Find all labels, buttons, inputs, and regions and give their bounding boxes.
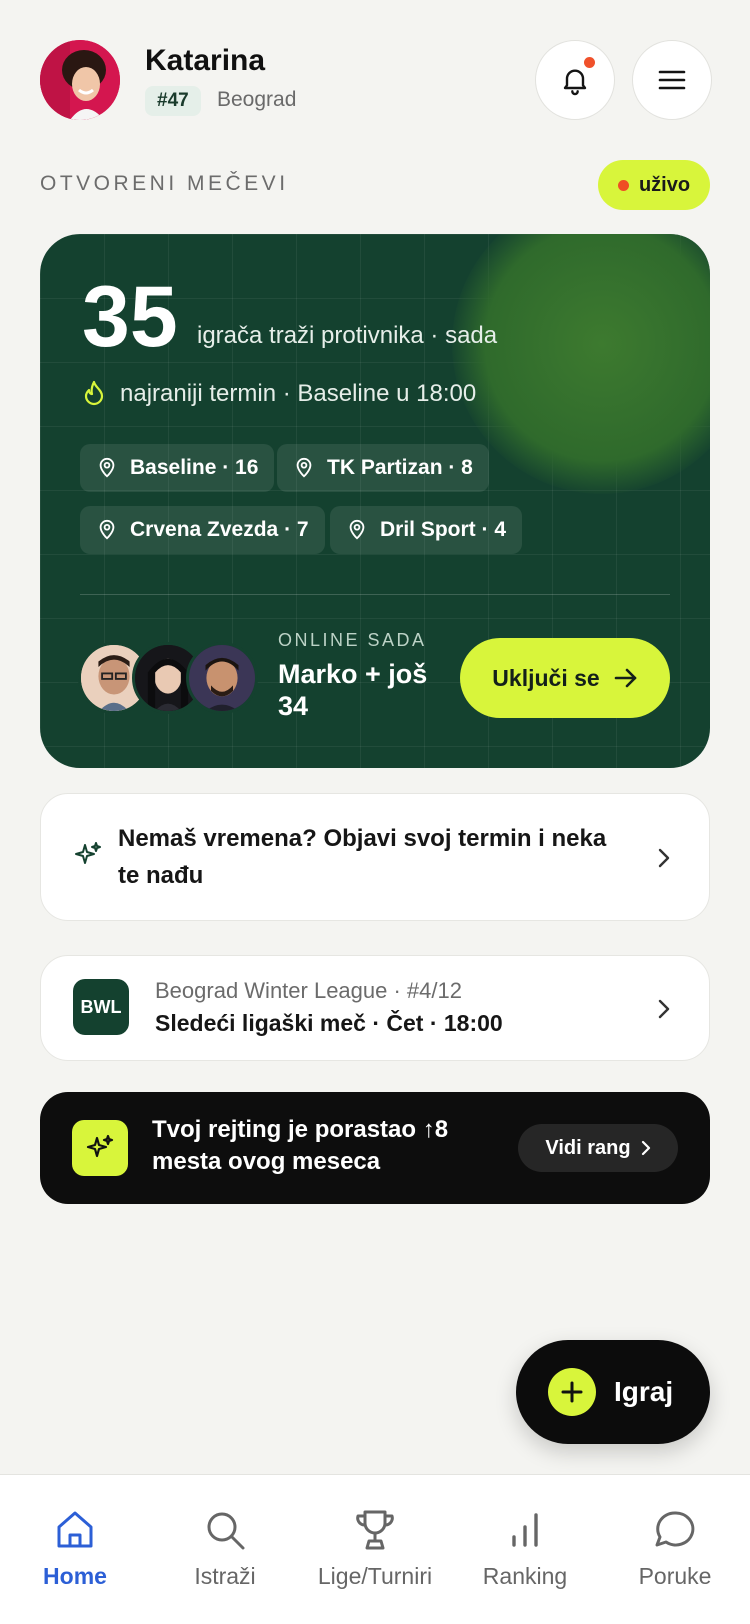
league-name: Beograd Winter League · #4/12 bbox=[155, 978, 462, 1003]
nav-item-messages[interactable]: Poruke bbox=[600, 1507, 750, 1590]
nav-item-leagues[interactable]: Lige/Turniri bbox=[300, 1507, 450, 1590]
home-icon bbox=[57, 1511, 93, 1548]
club-chip-label: Crvena Zvezda · 7 bbox=[130, 518, 309, 541]
location-pin-icon bbox=[99, 457, 115, 478]
online-now-label: ONLINE SADA bbox=[278, 630, 427, 650]
nav-item-explore[interactable]: Istraži bbox=[150, 1507, 300, 1590]
bottom-nav: Home Istraži Lige/Turniri Ranking Poruke bbox=[0, 1474, 750, 1624]
players-count: 35 bbox=[82, 269, 178, 365]
bar-chart-icon bbox=[512, 1513, 538, 1547]
sparkle-icon bbox=[72, 1120, 128, 1176]
open-matches-card[interactable]: 35 igrača traži protivnika · sada najran… bbox=[40, 234, 710, 768]
nav-label: Ranking bbox=[482, 1563, 568, 1589]
post-slot-text: Nemaš vremena? Objavi svoj termin i neka… bbox=[118, 825, 607, 890]
play-fab-button[interactable]: Igraj bbox=[516, 1340, 710, 1444]
club-chip-baseline[interactable]: Baseline · 16 bbox=[80, 444, 275, 492]
club-chip-dril-sport[interactable]: Dril Sport · 4 bbox=[330, 506, 523, 554]
user-city: Beograd bbox=[217, 88, 297, 111]
profile-avatar[interactable] bbox=[40, 40, 120, 120]
chevron-right-icon bbox=[658, 848, 670, 868]
nav-label: Home bbox=[43, 1563, 107, 1589]
menu-button[interactable] bbox=[632, 40, 712, 120]
rank-badge: #47 bbox=[145, 86, 201, 116]
nav-label: Lige/Turniri bbox=[317, 1563, 433, 1589]
user-name: Katarina bbox=[145, 44, 266, 77]
join-button[interactable]: Uključi se bbox=[460, 638, 670, 718]
join-button-label: Uključi se bbox=[492, 664, 600, 691]
live-label: uživo bbox=[638, 173, 691, 196]
next-match-info: Sledeći ligaški meč · Čet · 18:00 bbox=[155, 1010, 503, 1036]
location-pin-icon bbox=[349, 519, 365, 540]
menu-icon bbox=[658, 70, 686, 90]
chevron-right-icon bbox=[641, 1140, 650, 1156]
arrow-right-icon bbox=[614, 668, 636, 688]
location-pin-icon bbox=[99, 519, 115, 540]
sparkle-icon bbox=[75, 842, 101, 864]
live-dot bbox=[617, 179, 629, 191]
club-chip-tk-partizan[interactable]: TK Partizan · 8 bbox=[277, 444, 489, 492]
location-pin-icon bbox=[296, 457, 312, 478]
search-icon bbox=[207, 1512, 245, 1550]
notifications-button[interactable] bbox=[535, 40, 615, 120]
rating-card: Tvoj rejting je porastao ↑8 mesta ovog m… bbox=[40, 1092, 710, 1204]
trophy-icon bbox=[356, 1510, 394, 1550]
club-chip-label: TK Partizan · 8 bbox=[327, 456, 473, 479]
post-slot-card[interactable]: Nemaš vremena? Objavi svoj termin i neka… bbox=[40, 793, 710, 921]
view-rank-button[interactable]: Vidi rang bbox=[518, 1124, 678, 1172]
live-badge: uživo bbox=[598, 160, 710, 210]
nav-item-ranking[interactable]: Ranking bbox=[450, 1507, 600, 1590]
rating-message: Tvoj rejting je porastao ↑8 mesta ovog m… bbox=[152, 1116, 449, 1176]
plus-icon bbox=[548, 1368, 596, 1416]
card-divider bbox=[80, 594, 670, 595]
play-fab-label: Igraj bbox=[614, 1376, 674, 1407]
club-chip-crvena-zvezda[interactable]: Crvena Zvezda · 7 bbox=[80, 506, 325, 554]
nav-label: Istraži bbox=[194, 1563, 256, 1589]
club-chip-label: Baseline · 16 bbox=[130, 456, 259, 479]
league-card[interactable]: BWL Beograd Winter League · #4/12 Sledeć… bbox=[40, 955, 710, 1061]
earliest-slot: najraniji termin · Baseline u 18:00 bbox=[120, 380, 477, 407]
chat-icon bbox=[655, 1511, 695, 1547]
flame-icon bbox=[84, 380, 104, 406]
view-rank-label: Vidi rang bbox=[545, 1136, 631, 1159]
players-count-subtitle: igrača traži protivnika · sada bbox=[197, 322, 498, 349]
online-players-summary: Marko + još 34 bbox=[278, 659, 428, 722]
notification-dot bbox=[584, 57, 595, 68]
nav-item-home[interactable]: Home bbox=[0, 1507, 150, 1590]
nav-label: Poruke bbox=[638, 1563, 712, 1589]
section-title: OTVORENI MEČEVI bbox=[40, 172, 289, 195]
league-badge: BWL bbox=[73, 979, 129, 1035]
online-player-avatar bbox=[186, 642, 258, 714]
club-chip-label: Dril Sport · 4 bbox=[380, 518, 507, 541]
chevron-right-icon bbox=[658, 999, 670, 1019]
bell-icon bbox=[563, 69, 587, 96]
